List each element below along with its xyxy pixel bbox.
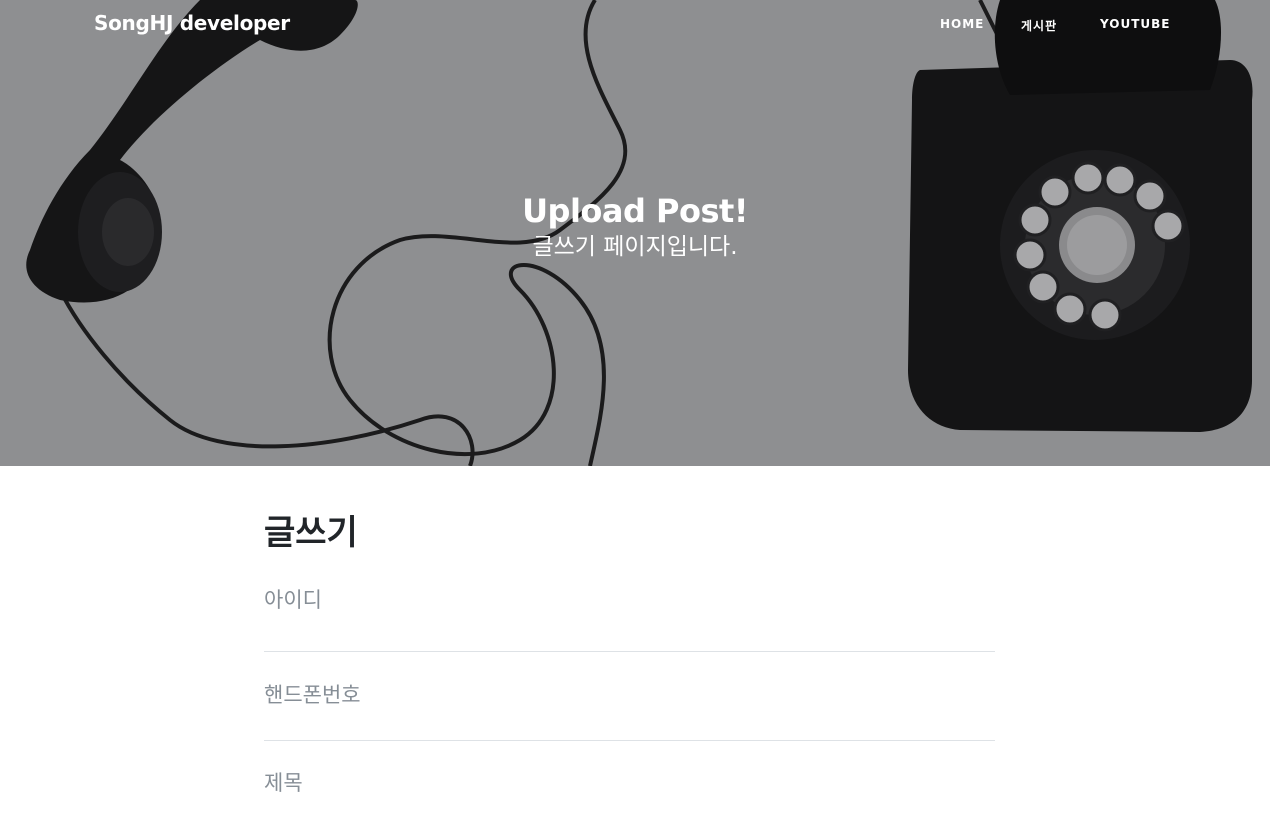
phone-input[interactable] bbox=[264, 683, 995, 707]
nav-links: HOME 게시판 YOUTUBE bbox=[0, 17, 1270, 37]
phone-field-group bbox=[264, 652, 995, 741]
nav-link-youtube[interactable]: YOUTUBE bbox=[1100, 17, 1170, 31]
id-field-group bbox=[264, 556, 995, 652]
title-input[interactable] bbox=[264, 771, 995, 795]
nav-link-home[interactable]: HOME bbox=[940, 17, 984, 31]
post-form: 글쓰기 bbox=[264, 510, 995, 831]
form-heading: 글쓰기 bbox=[264, 513, 358, 553]
nav-link-board[interactable]: 게시판 bbox=[1021, 17, 1057, 34]
navbar: SongHJ developer HOME 게시판 YOUTUBE bbox=[0, 0, 1270, 50]
masthead: SongHJ developer HOME 게시판 YOUTUBE Upload… bbox=[0, 0, 1270, 466]
title-field-group bbox=[264, 741, 995, 831]
id-input[interactable] bbox=[264, 588, 995, 612]
hero-heading: Upload Post! 글쓰기 페이지입니다. bbox=[0, 192, 1270, 262]
hero-title: Upload Post! bbox=[522, 192, 748, 230]
hero-subtitle: 글쓰기 페이지입니다. bbox=[532, 234, 738, 260]
